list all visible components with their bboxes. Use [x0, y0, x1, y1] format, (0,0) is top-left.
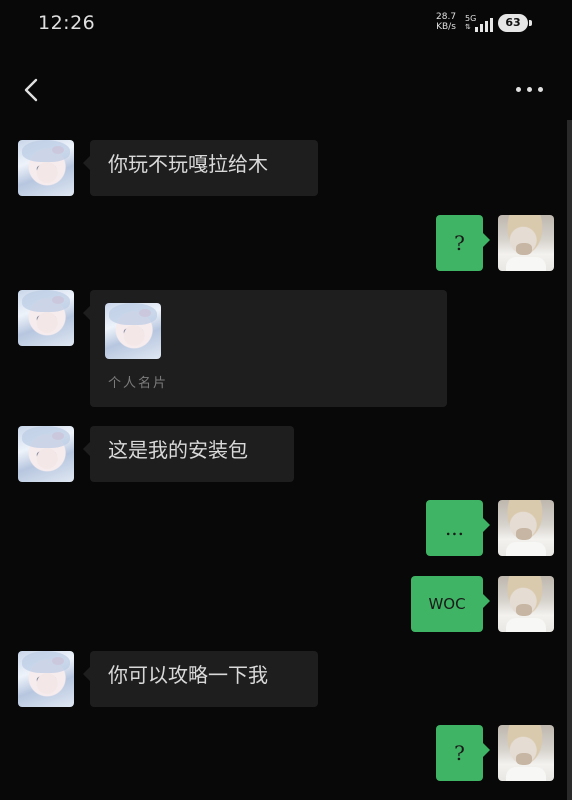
signal-icon: 5G ⇅: [465, 14, 493, 32]
chevron-left-icon: [24, 78, 38, 102]
contact-avatar[interactable]: [18, 290, 74, 346]
network-speed: 28.7 KB/s: [436, 12, 456, 32]
contact-card-label: 个人名片: [108, 376, 169, 391]
battery-icon: 63: [498, 14, 532, 32]
message-bubble-received[interactable]: 你玩不玩嘎拉给木: [83, 140, 318, 196]
message-bubble-received[interactable]: 你可以攻略一下我: [83, 651, 318, 707]
contact-avatar[interactable]: [18, 651, 74, 707]
contact-avatar[interactable]: [18, 140, 74, 196]
message-text: 你玩不玩嘎拉给木: [108, 152, 268, 176]
back-button[interactable]: [14, 72, 50, 108]
chat-nav-bar: [0, 66, 572, 116]
message-text: ?: [454, 741, 465, 765]
network-speed-unit: KB/s: [436, 22, 456, 32]
message-text: 你可以攻略一下我: [108, 663, 268, 687]
more-dots-icon: [516, 87, 521, 92]
message-text: ...: [444, 516, 465, 540]
contact-card-message[interactable]: 个人名片: [83, 290, 447, 407]
contact-avatar[interactable]: [18, 426, 74, 482]
network-speed-value: 28.7: [436, 12, 457, 22]
self-avatar[interactable]: [498, 725, 554, 781]
message-text: WOC: [428, 595, 466, 613]
status-bar: 12:26 28.7 KB/s 5G ⇅ 63: [0, 0, 572, 48]
message-bubble-sent[interactable]: ?: [436, 725, 490, 781]
message-bubble-sent[interactable]: WOC: [411, 576, 490, 632]
message-text: ?: [454, 231, 465, 255]
network-type: 5G: [465, 14, 477, 23]
self-avatar[interactable]: [498, 215, 554, 271]
message-text: 这是我的安装包: [108, 438, 248, 462]
message-bubble-received[interactable]: 这是我的安装包: [83, 426, 294, 482]
message-bubble-sent[interactable]: ...: [426, 500, 490, 556]
self-avatar[interactable]: [498, 576, 554, 632]
message-bubble-sent[interactable]: ?: [436, 215, 490, 271]
status-time: 12:26: [38, 12, 96, 34]
scrollbar[interactable]: [567, 120, 572, 800]
self-avatar[interactable]: [498, 500, 554, 556]
more-options-button[interactable]: [510, 78, 550, 102]
card-avatar: [105, 303, 161, 359]
data-arrows-icon: ⇅: [465, 23, 471, 31]
